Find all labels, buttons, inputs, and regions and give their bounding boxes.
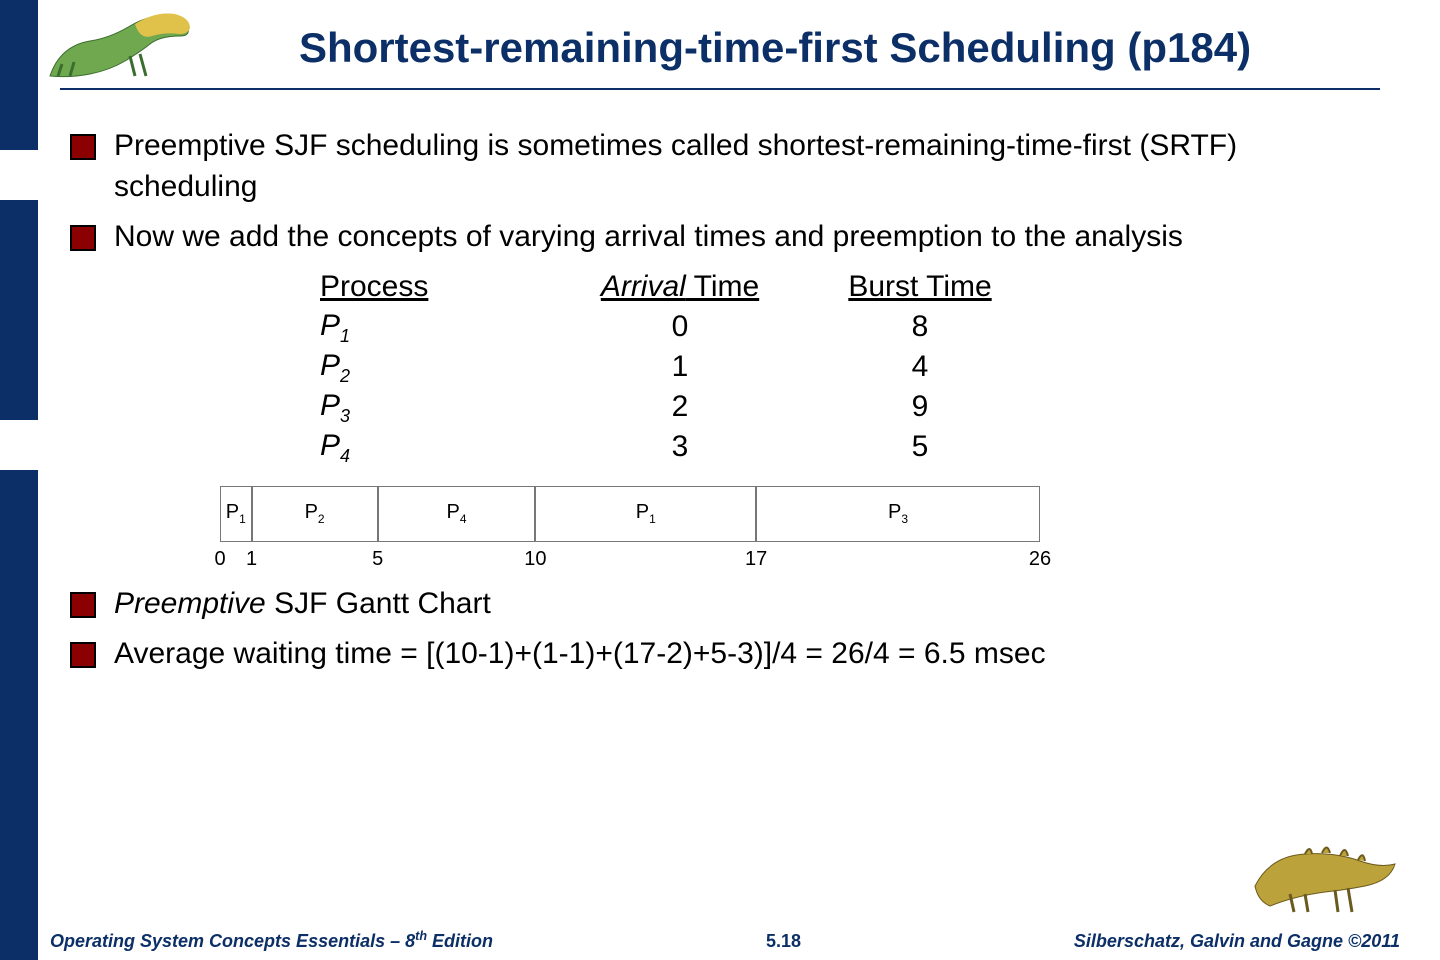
bullet-icon xyxy=(70,225,96,251)
col-process: Process xyxy=(310,267,550,308)
bullet-icon xyxy=(70,134,96,160)
cell-burst: 8 xyxy=(810,307,1030,348)
table-row: P4 3 5 xyxy=(310,428,1380,468)
title-underline xyxy=(60,88,1380,90)
col-burst: Burst Time xyxy=(810,267,1030,308)
gantt-segment: P1 xyxy=(535,486,756,542)
gantt-tick: 17 xyxy=(745,546,767,573)
col-arrival: Arrival Time xyxy=(550,267,810,308)
page-number: 5.18 xyxy=(766,931,801,952)
table-row: P3 2 9 xyxy=(310,388,1380,428)
cell-arrival: 3 xyxy=(550,427,810,468)
cell-process: P4 xyxy=(310,426,550,468)
left-accent-bar xyxy=(0,0,38,960)
bullet-text: Preemptive SJF scheduling is sometimes c… xyxy=(114,126,1380,207)
slide-content: Preemptive SJF scheduling is sometimes c… xyxy=(70,120,1380,900)
table-row: P1 0 8 xyxy=(310,308,1380,348)
cell-arrival: 2 xyxy=(550,387,810,428)
gantt-segment: P2 xyxy=(252,486,378,542)
bullet-text: Average waiting time = [(10-1)+(1-1)+(17… xyxy=(114,634,1380,675)
gantt-tick: 26 xyxy=(1029,546,1051,573)
cell-process: P2 xyxy=(310,346,550,388)
cell-arrival: 1 xyxy=(550,347,810,388)
bullet-text: Now we add the concepts of varying arriv… xyxy=(114,217,1380,258)
gantt-tick: 5 xyxy=(372,546,383,573)
bullet-2: Now we add the concepts of varying arriv… xyxy=(70,217,1380,258)
bullet-1: Preemptive SJF scheduling is sometimes c… xyxy=(70,126,1380,207)
bullet-3: Preemptive SJF Gantt Chart xyxy=(70,584,1380,625)
process-table: Process Arrival Time Burst Time P1 0 8 P… xyxy=(310,268,1380,468)
cell-process: P1 xyxy=(310,306,550,348)
gantt-chart: P1P2P4P1P3 015101726 xyxy=(220,486,1040,576)
slide-title: Shortest-remaining-time-first Scheduling… xyxy=(170,24,1380,72)
gantt-segment: P3 xyxy=(756,486,1040,542)
slide-footer: Operating System Concepts Essentials – 8… xyxy=(50,922,1400,952)
bullet-text: Preemptive SJF Gantt Chart xyxy=(114,584,1380,625)
gantt-segment: P1 xyxy=(220,486,252,542)
bullet-4: Average waiting time = [(10-1)+(1-1)+(17… xyxy=(70,634,1380,675)
cell-burst: 9 xyxy=(810,387,1030,428)
footer-left: Operating System Concepts Essentials – 8… xyxy=(50,929,493,952)
gantt-tick: 10 xyxy=(524,546,546,573)
gantt-ticks: 015101726 xyxy=(220,546,1040,570)
cell-burst: 5 xyxy=(810,427,1030,468)
cell-process: P3 xyxy=(310,386,550,428)
bullet-icon xyxy=(70,592,96,618)
table-header: Process Arrival Time Burst Time xyxy=(310,268,1380,308)
footer-right: Silberschatz, Galvin and Gagne ©2011 xyxy=(1074,931,1400,952)
bullet-icon xyxy=(70,642,96,668)
cell-arrival: 0 xyxy=(550,307,810,348)
table-row: P2 1 4 xyxy=(310,348,1380,388)
cell-burst: 4 xyxy=(810,347,1030,388)
gantt-bar: P1P2P4P1P3 xyxy=(220,486,1040,542)
gantt-tick: 1 xyxy=(246,546,257,573)
gantt-segment: P4 xyxy=(378,486,536,542)
gantt-tick: 0 xyxy=(214,546,225,573)
